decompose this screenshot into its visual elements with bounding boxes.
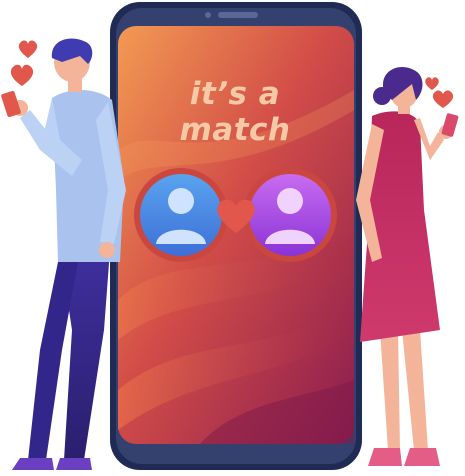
woman-figure [356, 66, 459, 466]
headline-line-2: match [179, 112, 291, 148]
woman-phone [441, 113, 459, 137]
heart-icon [18, 40, 38, 58]
phone-camera [205, 12, 211, 18]
scene-svg [1, 2, 459, 470]
heart-icon [10, 64, 34, 86]
man-shoe-left [12, 458, 54, 470]
phone-speaker [218, 12, 258, 18]
woman-shoe-right [404, 448, 440, 466]
avatar-left [134, 168, 228, 262]
avatar-right [243, 168, 337, 262]
man-phone [1, 90, 21, 118]
match-illustration: it’s a match [0, 0, 465, 476]
heart-icon [432, 90, 454, 108]
headline-line-1: it’s a [189, 76, 281, 112]
man-shoe-right [56, 458, 92, 470]
woman-shoe-left [368, 448, 402, 466]
heart-icon [425, 77, 439, 90]
man-figure [1, 38, 126, 470]
